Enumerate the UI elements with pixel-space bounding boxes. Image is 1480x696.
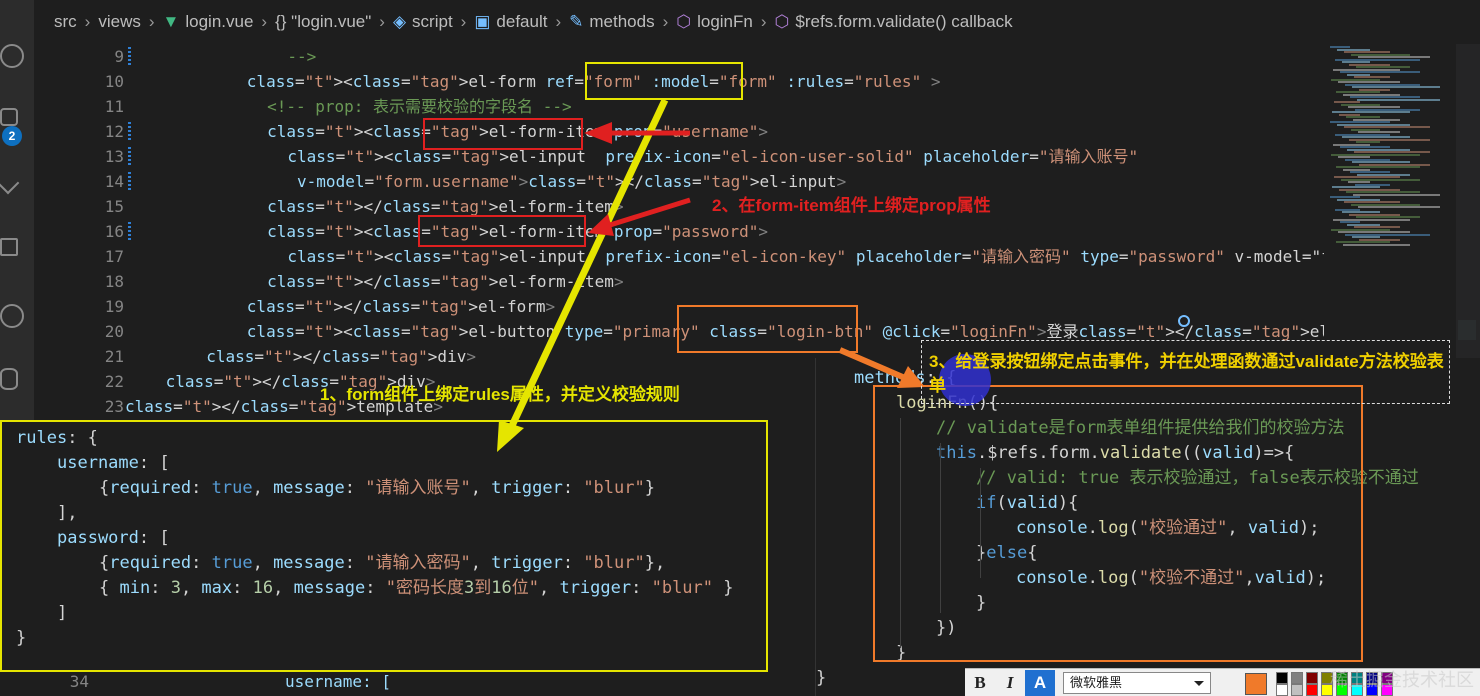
note-2: 2、在form-item组件上绑定prop属性 <box>712 196 991 215</box>
font-color-button[interactable]: A <box>1025 669 1055 696</box>
red-arrow-2 <box>609 197 691 228</box>
bold-button[interactable]: B <box>965 670 995 696</box>
cursor-indicator <box>1178 315 1190 327</box>
color-swatch[interactable] <box>1291 684 1303 696</box>
color-swatch[interactable] <box>1306 684 1318 696</box>
italic-button[interactable]: I <box>995 670 1025 696</box>
current-color-swatch[interactable] <box>1245 673 1267 695</box>
watermark: 稀土掘金技术社区 <box>1330 670 1474 690</box>
yellow-arrowhead <box>497 420 524 452</box>
red-arrowhead-1 <box>584 122 612 144</box>
orange-arrow <box>838 347 907 381</box>
note-1: 1、form组件上绑定rules属性，并定义校验规则 <box>320 385 680 404</box>
color-swatch[interactable] <box>1276 672 1288 684</box>
color-swatch[interactable] <box>1276 684 1288 696</box>
annotation-arrows <box>497 98 1190 452</box>
note-3: 3、给登录按钮绑定点击事件，并在处理函数通过validate方法校验表单 <box>929 352 1444 395</box>
font-family-select[interactable]: 微软雅黑 <box>1063 671 1211 694</box>
color-swatch[interactable] <box>1291 672 1303 684</box>
color-swatch[interactable] <box>1306 672 1318 684</box>
